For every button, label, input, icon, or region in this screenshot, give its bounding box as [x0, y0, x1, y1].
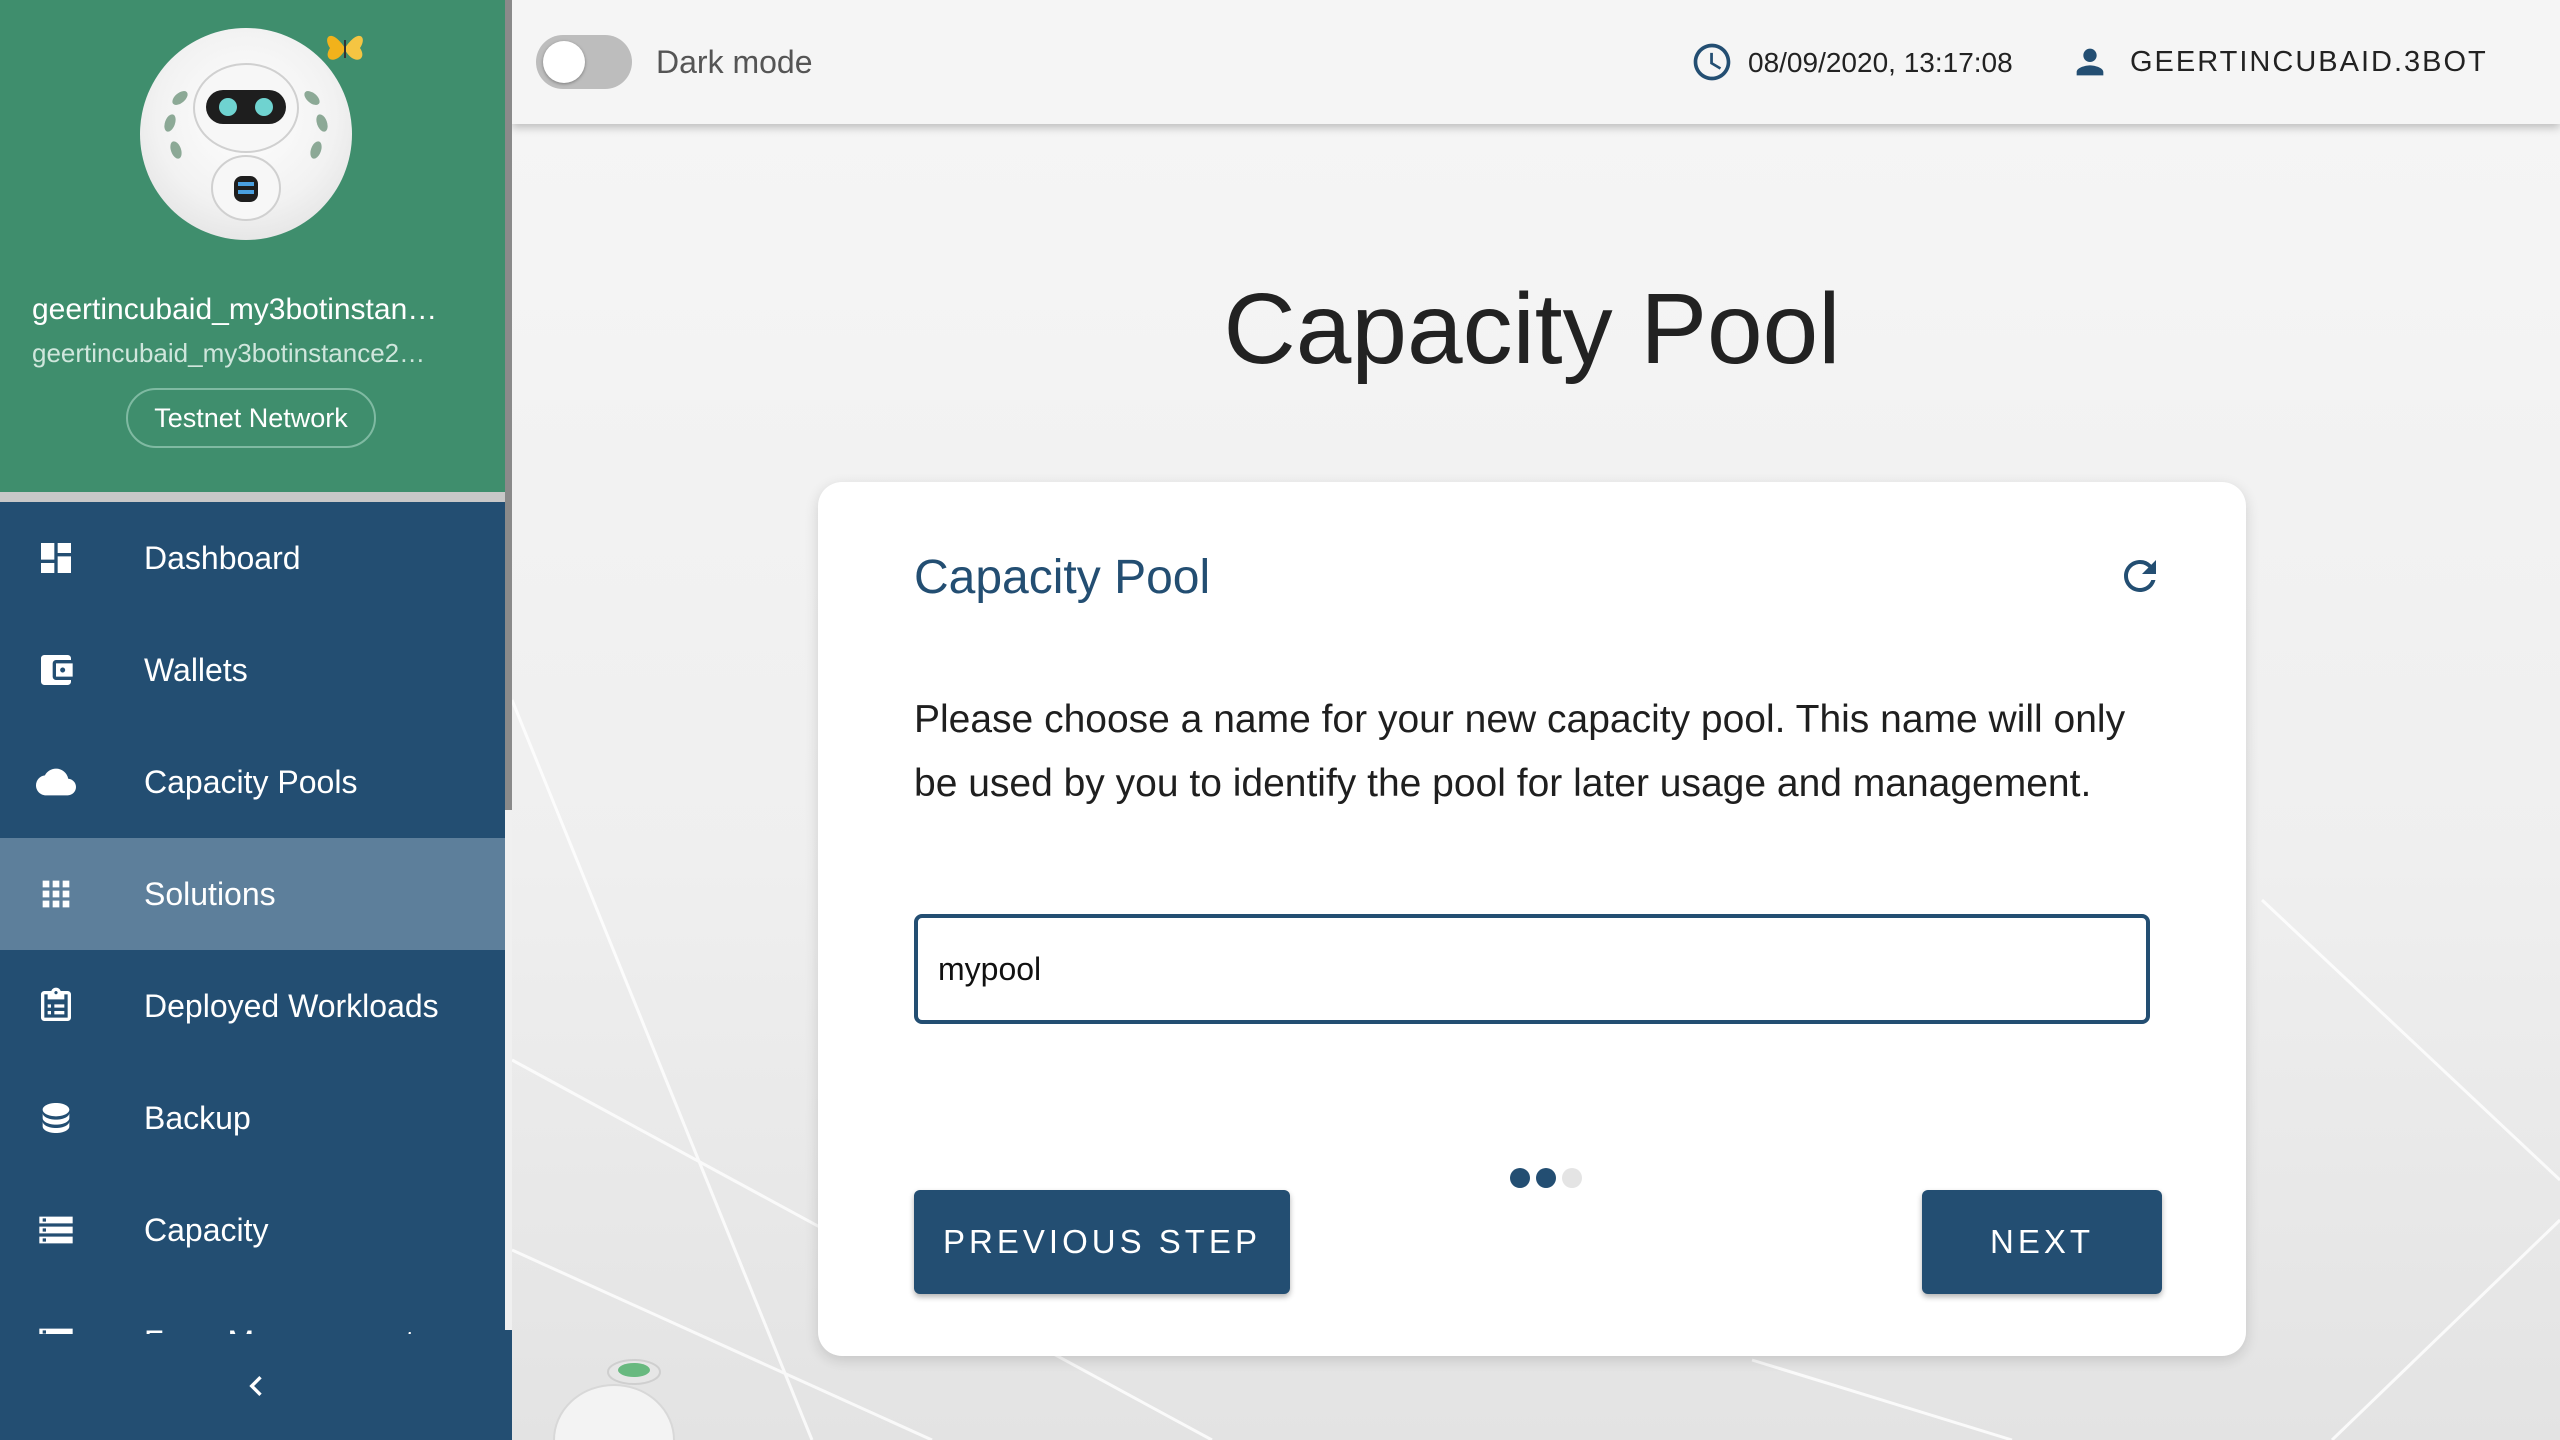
nav-list: Dashboard Wallets Capacity Pools Solutio… — [0, 502, 505, 1334]
storage-icon — [39, 1216, 73, 1244]
sidebar-item-label: Wallets — [144, 651, 248, 688]
profile-divider — [0, 492, 505, 502]
server-icon — [39, 1328, 73, 1334]
sidebar-item-label: Capacity Pools — [144, 763, 358, 800]
sidebar-item-capacity[interactable]: Capacity — [0, 1174, 505, 1286]
sidebar-item-label: Farm Management — [144, 1324, 414, 1335]
clipboard-list-icon — [41, 987, 71, 1021]
avatar — [140, 28, 352, 240]
sidebar-item-farm-management[interactable]: Farm Management — [0, 1286, 505, 1334]
cloud-icon — [36, 768, 76, 796]
database-icon — [42, 1103, 70, 1133]
refresh-icon[interactable] — [2116, 552, 2164, 600]
collapse-sidebar-chevron-left-icon[interactable] — [236, 1366, 276, 1406]
dashboard-icon — [41, 543, 71, 573]
sidebar-item-dashboard[interactable]: Dashboard — [0, 502, 505, 614]
robot-decoration-icon — [553, 1359, 675, 1440]
nav-list-viewport: Dashboard Wallets Capacity Pools Solutio… — [0, 502, 505, 1334]
step-dot-3 — [1562, 1168, 1582, 1188]
next-button[interactable]: NEXT — [1922, 1190, 2162, 1294]
dark-mode-toggle-knob[interactable] — [543, 41, 585, 83]
sidebar-item-label: Backup — [144, 1099, 251, 1136]
sidebar-item-deployed-workloads[interactable]: Deployed Workloads — [0, 950, 505, 1062]
profile-panel: geertincubaid_my3botinstan… geertincubai… — [0, 0, 505, 492]
profile-instance: geertincubaid_my3botinstance2… — [32, 338, 426, 368]
sidebar-item-capacity-pools[interactable]: Capacity Pools — [0, 726, 505, 838]
sidebar: geertincubaid_my3botinstan… geertincubai… — [0, 0, 512, 1440]
sidebar-item-label: Dashboard — [144, 539, 301, 576]
sidebar-item-backup[interactable]: Backup — [0, 1062, 505, 1174]
wallet-icon — [41, 655, 73, 685]
dark-mode-label: Dark mode — [656, 44, 813, 80]
step-dot-1 — [1510, 1168, 1530, 1188]
sidebar-scrollbar-track[interactable] — [505, 810, 512, 1330]
sidebar-item-label: Deployed Workloads — [144, 987, 439, 1024]
main-content: Dark mode 08/09/2020, 13:17:08 GEERTINCU… — [512, 0, 2560, 1440]
sidebar-item-wallets[interactable]: Wallets — [0, 614, 505, 726]
page-title: Capacity Pool — [1223, 273, 1841, 385]
datetime-display: 08/09/2020, 13:17:08 — [1748, 47, 2013, 78]
top-app-bar: Dark mode 08/09/2020, 13:17:08 GEERTINCU… — [512, 0, 2560, 124]
network-chip[interactable]: Testnet Network — [126, 388, 376, 448]
clock-icon — [1693, 43, 1731, 81]
profile-name: geertincubaid_my3botinstan… — [32, 293, 438, 326]
pool-name-input[interactable] — [914, 914, 2150, 1024]
user-icon — [2076, 48, 2104, 76]
sidebar-scrollbar-thumb[interactable] — [505, 0, 512, 810]
card-title: Capacity Pool — [914, 551, 1211, 604]
network-chip-label: Testnet Network — [154, 402, 348, 433]
robot-avatar-icon — [164, 63, 328, 221]
sidebar-item-label: Capacity — [144, 1211, 269, 1248]
capacity-pool-card: Capacity Pool Please choose a name for y… — [818, 482, 2246, 1356]
butterfly-icon — [327, 35, 363, 60]
sidebar-item-solutions[interactable]: Solutions — [0, 838, 505, 950]
previous-step-button[interactable]: PREVIOUS STEP — [914, 1190, 1290, 1294]
step-dot-2 — [1536, 1168, 1556, 1188]
step-indicator — [1510, 1168, 1582, 1188]
card-description: Please choose a name for your new capaci… — [914, 698, 2126, 805]
apps-grid-icon — [42, 880, 70, 908]
username-button[interactable]: GEERTINCUBAID.3BOT — [2130, 46, 2488, 79]
sidebar-item-label: Solutions — [144, 875, 276, 912]
